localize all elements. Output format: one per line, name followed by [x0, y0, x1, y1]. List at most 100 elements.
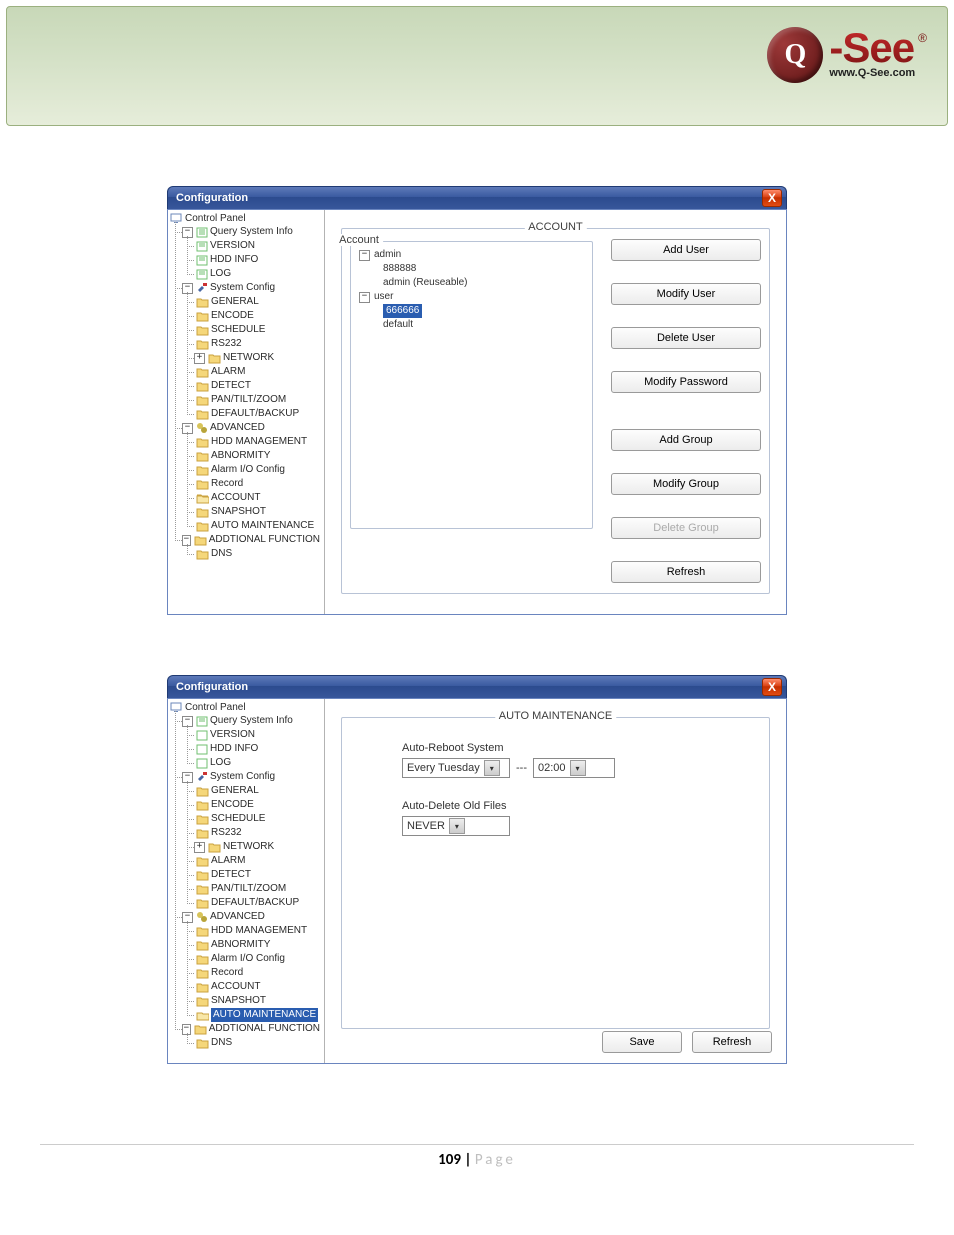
node-version[interactable]: VERSION — [210, 239, 255, 253]
node-hdd-management[interactable]: HDD MANAGEMENT — [211, 924, 307, 938]
node-network[interactable]: NETWORK — [223, 840, 274, 854]
account-user-tree[interactable]: −admin 888888 admin (Reuseable) −user 66… — [359, 248, 584, 518]
acct-user-admin[interactable]: admin (Reuseable) — [383, 276, 468, 290]
expander-plus-icon[interactable]: + — [194, 842, 205, 853]
folder-icon — [196, 339, 209, 350]
folder-icon — [196, 1038, 209, 1049]
refresh-button[interactable]: Refresh — [611, 561, 761, 583]
delete-user-button[interactable]: Delete User — [611, 327, 761, 349]
node-log[interactable]: LOG — [210, 756, 231, 770]
node-alarm-io[interactable]: Alarm I/O Config — [211, 952, 285, 966]
delete-group-button[interactable]: Delete Group — [611, 517, 761, 539]
close-icon[interactable]: X — [762, 189, 782, 207]
add-user-button[interactable]: Add User — [611, 239, 761, 261]
expander-minus-icon[interactable]: − — [359, 250, 370, 261]
node-encode[interactable]: ENCODE — [211, 309, 254, 323]
logo-q-icon: Q — [767, 27, 823, 83]
node-ptz[interactable]: PAN/TILT/ZOOM — [211, 882, 286, 896]
node-additional-function[interactable]: ADDTIONAL FUNCTION — [209, 533, 320, 547]
node-abnormity[interactable]: ABNORMITY — [211, 938, 270, 952]
acct-user-666666[interactable]: 666666 — [383, 304, 422, 318]
node-version[interactable]: VERSION — [210, 728, 255, 742]
acct-group-user[interactable]: user — [374, 290, 393, 304]
node-detect[interactable]: DETECT — [211, 379, 251, 393]
logo-see: See — [842, 24, 914, 71]
label-auto-reboot: Auto-Reboot System — [402, 742, 504, 754]
node-schedule[interactable]: SCHEDULE — [211, 812, 265, 826]
page-sep: | — [461, 1151, 475, 1169]
page-number: 109 — [438, 1151, 461, 1169]
node-hdd-info[interactable]: HDD INFO — [210, 742, 258, 756]
dropdown-reboot-time[interactable]: 02:00▾ — [533, 758, 615, 778]
acct-user-default[interactable]: default — [383, 318, 413, 332]
node-system-config[interactable]: System Config — [210, 281, 275, 295]
node-alarm-io[interactable]: Alarm I/O Config — [211, 463, 285, 477]
add-group-button[interactable]: Add Group — [611, 429, 761, 451]
node-ptz[interactable]: PAN/TILT/ZOOM — [211, 393, 286, 407]
window-title: Configuration — [176, 192, 248, 204]
node-record[interactable]: Record — [211, 966, 243, 980]
notes-icon — [196, 744, 208, 755]
folder-icon — [196, 479, 209, 490]
node-abnormity[interactable]: ABNORMITY — [211, 449, 270, 463]
node-query-system-info[interactable]: Query System Info — [210, 714, 293, 728]
node-dns[interactable]: DNS — [211, 1036, 232, 1050]
expander-plus-icon[interactable]: + — [194, 353, 205, 364]
node-system-config[interactable]: System Config — [210, 770, 275, 784]
node-snapshot[interactable]: SNAPSHOT — [211, 505, 266, 519]
node-auto-maintenance[interactable]: AUTO MAINTENANCE — [211, 519, 314, 533]
node-auto-maintenance[interactable]: AUTO MAINTENANCE — [211, 1008, 318, 1022]
node-schedule[interactable]: SCHEDULE — [211, 323, 265, 337]
folder-icon — [208, 842, 221, 853]
acct-group-admin[interactable]: admin — [374, 248, 401, 262]
node-rs232[interactable]: RS232 — [211, 826, 242, 840]
dropdown-reboot-day[interactable]: Every Tuesday▾ — [402, 758, 510, 778]
acct-user-888888[interactable]: 888888 — [383, 262, 416, 276]
node-account[interactable]: ACCOUNT — [211, 491, 260, 505]
node-alarm[interactable]: ALARM — [211, 365, 245, 379]
notes-icon — [196, 255, 208, 266]
modify-password-button[interactable]: Modify Password — [611, 371, 761, 393]
label-dash: --- — [516, 762, 527, 774]
expander-minus-icon[interactable]: − — [359, 292, 370, 303]
node-advanced[interactable]: ADVANCED — [210, 910, 265, 924]
node-rs232[interactable]: RS232 — [211, 337, 242, 351]
node-account[interactable]: ACCOUNT — [211, 980, 260, 994]
node-log[interactable]: LOG — [210, 267, 231, 281]
notes-icon — [196, 269, 208, 280]
chevron-down-icon: ▾ — [570, 760, 586, 776]
page-label: Page — [475, 1151, 516, 1169]
node-hdd-management[interactable]: HDD MANAGEMENT — [211, 435, 307, 449]
window-title: Configuration — [176, 681, 248, 693]
folder-icon — [196, 465, 209, 476]
node-advanced[interactable]: ADVANCED — [210, 421, 265, 435]
save-button[interactable]: Save — [602, 1031, 682, 1053]
node-encode[interactable]: ENCODE — [211, 798, 254, 812]
dropdown-auto-delete[interactable]: NEVER▾ — [402, 816, 510, 836]
modify-user-button[interactable]: Modify User — [611, 283, 761, 305]
node-snapshot[interactable]: SNAPSHOT — [211, 994, 266, 1008]
refresh-button[interactable]: Refresh — [692, 1031, 772, 1053]
node-additional-function[interactable]: ADDTIONAL FUNCTION — [209, 1022, 320, 1036]
node-default-backup[interactable]: DEFAULT/BACKUP — [211, 407, 299, 421]
node-record[interactable]: Record — [211, 477, 243, 491]
node-dns[interactable]: DNS — [211, 547, 232, 561]
node-general[interactable]: GENERAL — [211, 295, 259, 309]
notes-icon — [196, 758, 208, 769]
node-network[interactable]: NETWORK — [223, 351, 274, 365]
notes-icon — [196, 241, 208, 252]
folder-icon — [196, 800, 209, 811]
label-auto-delete: Auto-Delete Old Files — [402, 800, 507, 812]
auto-maintenance-heading: AUTO MAINTENANCE — [495, 710, 616, 722]
node-alarm[interactable]: ALARM — [211, 854, 245, 868]
node-general[interactable]: GENERAL — [211, 784, 259, 798]
node-query-system-info[interactable]: Query System Info — [210, 225, 293, 239]
node-detect[interactable]: DETECT — [211, 868, 251, 882]
close-icon[interactable]: X — [762, 678, 782, 696]
control-panel-node[interactable]: Control Panel — [185, 702, 246, 713]
node-default-backup[interactable]: DEFAULT/BACKUP — [211, 896, 299, 910]
gears-icon — [196, 911, 208, 923]
modify-group-button[interactable]: Modify Group — [611, 473, 761, 495]
node-hdd-info[interactable]: HDD INFO — [210, 253, 258, 267]
control-panel-node[interactable]: Control Panel — [185, 213, 246, 224]
